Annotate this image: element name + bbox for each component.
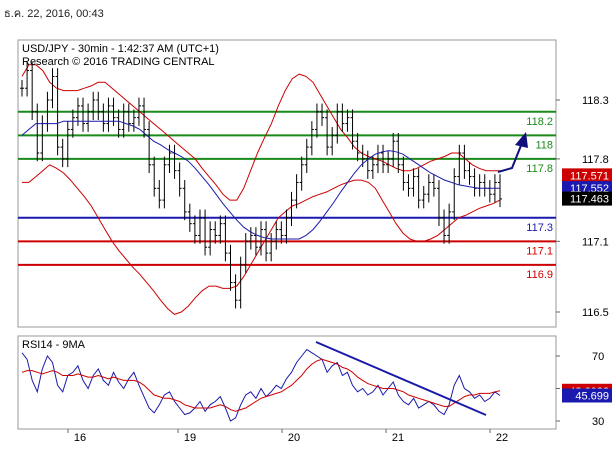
price-tick-label: 117.1 xyxy=(582,236,609,248)
price-tags: 117.571117.552117.46348.602245.699 xyxy=(562,168,612,403)
rsi-tick-label: 70 xyxy=(592,351,604,363)
level-label: 116.9 xyxy=(526,269,553,281)
price-tag-label: 117.463 xyxy=(570,194,609,206)
level-label: 118 xyxy=(535,139,553,151)
price-tick-label: 117.8 xyxy=(582,154,609,166)
rsi-title: RSI14 - 9MA xyxy=(22,339,86,351)
usdjpy-chart: 118.2 118 117.8 117.3 117.1 116.9 118.3 117.8 1… xyxy=(17,39,612,444)
x-axis-ticks: 16 19 20 21 22 xyxy=(67,429,508,444)
x-tick-label: 20 xyxy=(288,432,300,444)
x-tick-label: 19 xyxy=(184,432,196,444)
x-tick-label: 22 xyxy=(496,432,508,444)
chart-title: USD/JPY - 30min - 1:42:37 AM (UTC+1) xyxy=(22,43,219,55)
price-tag-label: 117.571 xyxy=(570,170,609,182)
level-label: 117.1 xyxy=(526,245,553,257)
price-tick-label: 116.5 xyxy=(582,307,609,319)
level-label: 117.3 xyxy=(526,222,553,234)
rsi-tick-label: 30 xyxy=(592,416,604,428)
x-tick-label: 16 xyxy=(74,432,86,444)
level-label: 117.8 xyxy=(526,163,553,175)
y-axis-ticks: 118.3117.8117.1116.5705030 xyxy=(556,95,609,428)
chart-subtitle: Research © 2016 TRADING CENTRAL xyxy=(22,56,215,68)
price-tick-label: 118.3 xyxy=(582,95,609,107)
rsi-panel xyxy=(17,335,557,430)
x-tick-label: 21 xyxy=(392,432,404,444)
level-label: 118.2 xyxy=(526,116,553,128)
rsi-tag-label: 45.699 xyxy=(575,390,609,402)
price-panel xyxy=(17,39,557,328)
